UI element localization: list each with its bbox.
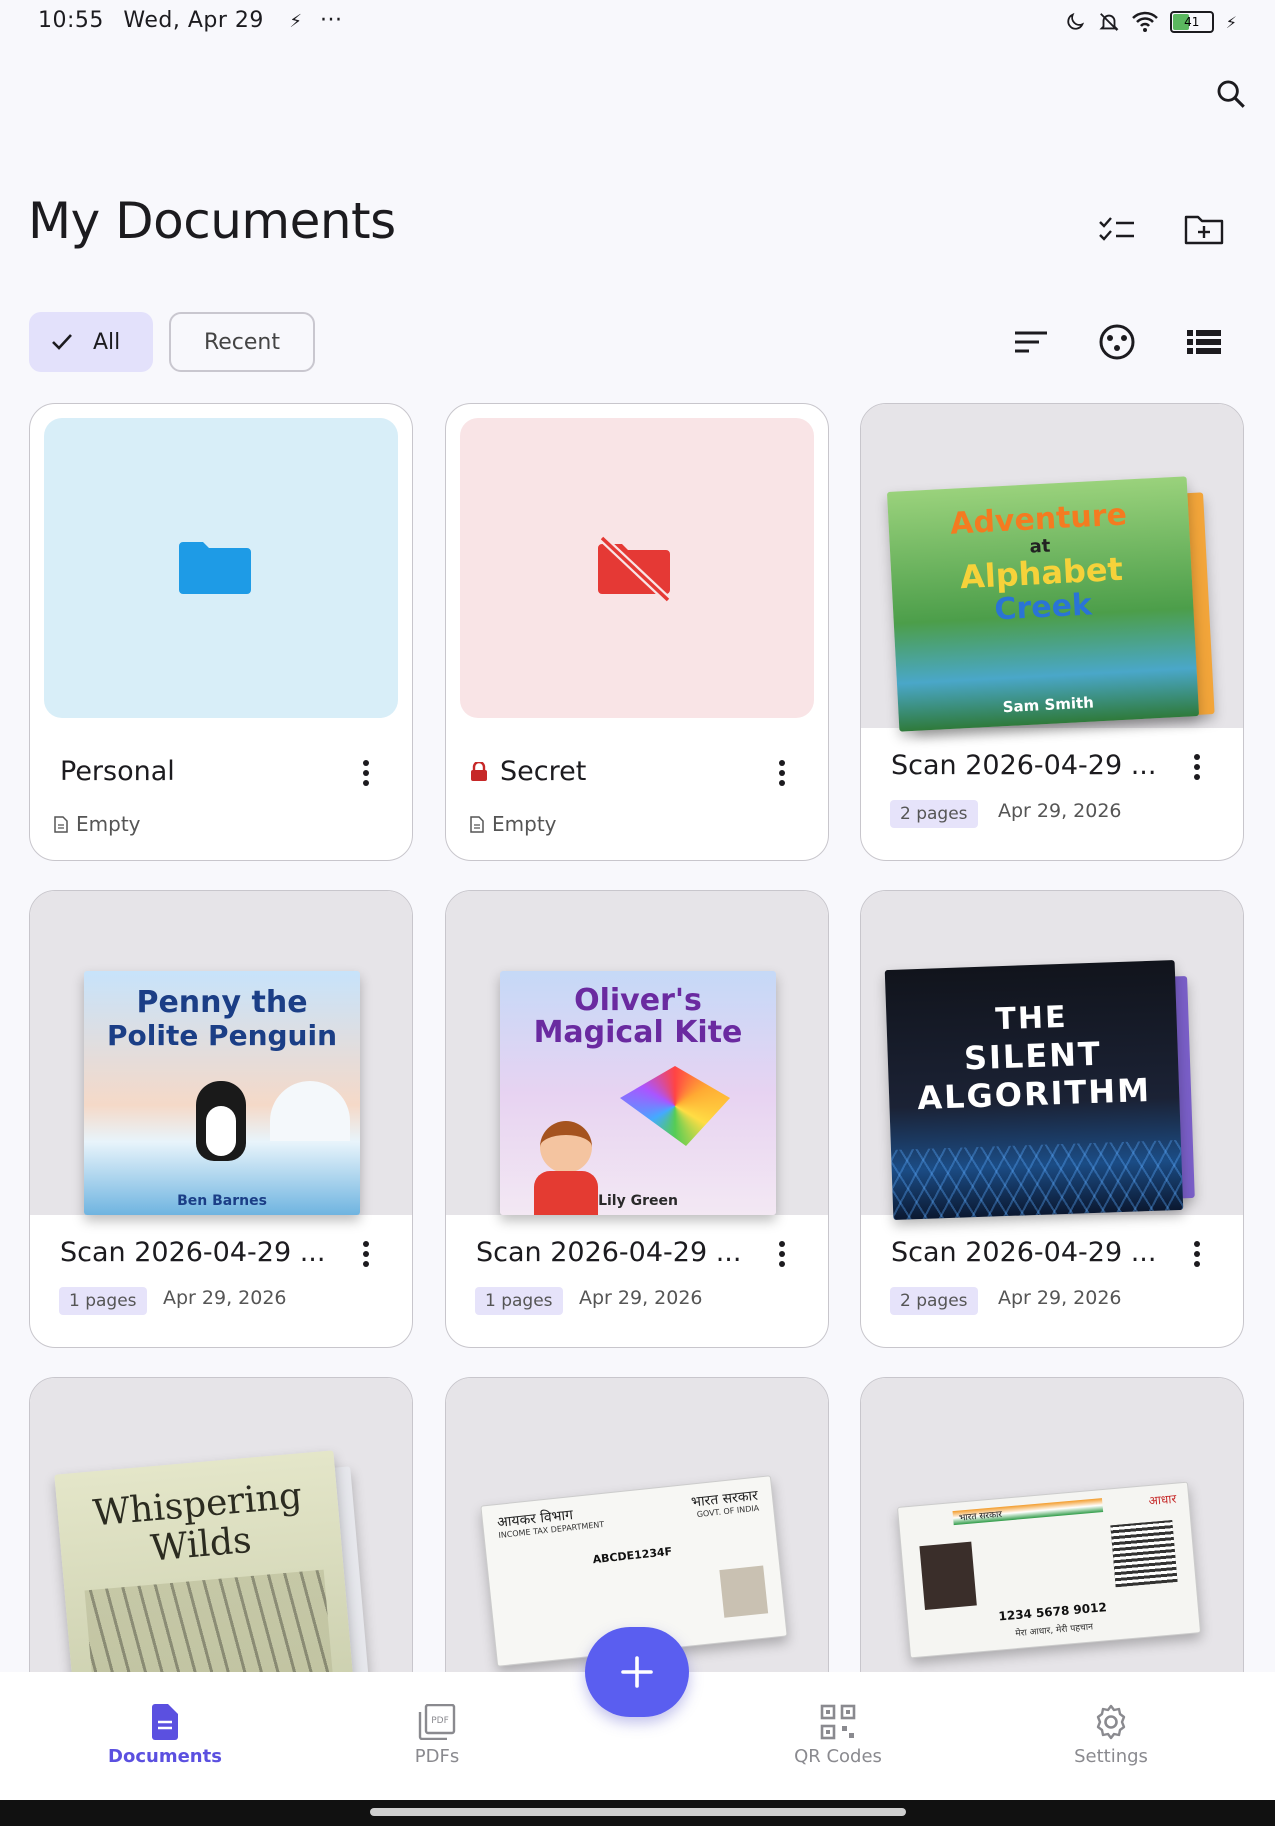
page-count-badge: 1 pages <box>475 1287 563 1315</box>
add-document-fab[interactable] <box>585 1627 689 1717</box>
document-filled-icon <box>152 1704 178 1740</box>
nav-label: Settings <box>1074 1746 1148 1767</box>
palette-icon <box>1099 324 1135 360</box>
nav-item-settings[interactable]: Settings <box>1031 1702 1191 1767</box>
status-bar-icons: 41 ⚡ <box>1064 8 1237 36</box>
filter-chip-recent-label: Recent <box>203 329 281 355</box>
home-indicator[interactable] <box>370 1808 906 1816</box>
folder-card-personal[interactable]: Personal Empty <box>29 403 413 861</box>
document-icon <box>54 815 68 833</box>
folder-off-icon <box>598 536 671 602</box>
cover-title: Penny the <box>136 985 308 1020</box>
qr-code-icon <box>820 1704 856 1740</box>
card-title: Scan 2026-04-29 ... <box>60 1237 326 1268</box>
page-title: My Documents <box>28 192 396 250</box>
book-cover-image: Oliver's Magical Kite Lily Green <box>500 971 776 1215</box>
more-notifications-icon: ··· <box>320 8 343 33</box>
document-card[interactable]: Oliver's Magical Kite Lily Green Scan 20… <box>445 890 829 1348</box>
select-mode-button[interactable] <box>1093 205 1141 253</box>
svg-text:PDF: PDF <box>431 1716 449 1726</box>
search-button[interactable] <box>1207 70 1255 118</box>
folder-thumbnail <box>44 418 398 718</box>
more-options-icon[interactable] <box>778 1241 786 1267</box>
status-time: 10:55 <box>38 8 104 33</box>
document-thumbnail: भारत सरकार आधार 1234 5678 9012 मेरा आधार… <box>861 1378 1243 1696</box>
create-folder-icon <box>1184 215 1224 245</box>
wifi-icon <box>1131 11 1158 32</box>
page-count-badge: 2 pages <box>890 800 978 828</box>
nav-item-documents[interactable]: Documents <box>85 1702 245 1767</box>
document-thumbnail: Oliver's Magical Kite Lily Green <box>446 891 828 1215</box>
document-card[interactable]: Penny the Polite Penguin Ben Barnes Scan… <box>29 890 413 1348</box>
page-count-badge: 1 pages <box>59 1287 147 1315</box>
charging-icon: ⚡ <box>1225 12 1237 32</box>
nav-item-qr-codes[interactable]: QR Codes <box>758 1702 918 1767</box>
more-options-icon[interactable] <box>1193 754 1201 780</box>
plus-icon <box>621 1656 653 1688</box>
book-cover-image: Whispering Wilds <box>54 1450 358 1696</box>
filter-chip-recent[interactable]: Recent <box>169 312 315 372</box>
folder-thumbnail <box>460 418 814 718</box>
list-view-icon <box>1187 330 1221 354</box>
document-card[interactable]: भारत सरकार आधार 1234 5678 9012 मेरा आधार… <box>860 1377 1244 1697</box>
document-icon <box>470 815 484 833</box>
battery-level: 41 <box>1184 15 1200 29</box>
folder-card-secret[interactable]: Secret Empty <box>445 403 829 861</box>
aadhaar-card-image: भारत सरकार आधार 1234 5678 9012 मेरा आधार… <box>896 1481 1202 1659</box>
document-thumbnail: Whispering Wilds <box>30 1378 412 1696</box>
nav-label: Documents <box>108 1746 222 1767</box>
nav-item-pdfs[interactable]: PDF PDFs <box>357 1702 517 1767</box>
check-icon <box>52 334 72 350</box>
more-options-icon[interactable] <box>362 760 370 786</box>
card-title: Scan 2026-04-29 ... <box>476 1237 742 1268</box>
status-date: Wed, Apr 29 <box>123 8 264 33</box>
document-card[interactable]: Whispering Wilds <box>29 1377 413 1697</box>
book-cover-image: Penny the Polite Penguin Ben Barnes <box>84 971 360 1215</box>
gear-icon <box>1096 1704 1126 1740</box>
card-date: Apr 29, 2026 <box>163 1287 287 1309</box>
view-mode-button[interactable] <box>1180 318 1228 366</box>
nav-label: PDFs <box>414 1746 460 1767</box>
nav-label: QR Codes <box>794 1746 882 1767</box>
card-meta-text: Empty <box>492 812 557 836</box>
lock-icon <box>471 762 487 781</box>
filter-chip-all[interactable]: All <box>29 312 153 372</box>
document-thumbnail: Adventure at Alphabet Creek Sam Smith <box>861 404 1243 732</box>
page-count-badge: 2 pages <box>890 1287 978 1315</box>
cover-title: Oliver's <box>574 983 702 1018</box>
folder-icon <box>179 542 251 594</box>
card-meta: Empty <box>470 812 557 836</box>
sort-button[interactable] <box>1007 318 1055 366</box>
card-title: Secret <box>500 756 587 787</box>
document-card[interactable]: THE SILENT ALGORITHM Scan 2026-04-29 ...… <box>860 890 1244 1348</box>
book-cover-image: Adventure at Alphabet Creek Sam Smith <box>886 476 1200 732</box>
checklist-icon <box>1099 217 1134 241</box>
document-thumbnail: Penny the Polite Penguin Ben Barnes <box>30 891 412 1215</box>
pdf-icon: PDF <box>418 1704 456 1740</box>
palette-button[interactable] <box>1093 318 1141 366</box>
bell-off-icon <box>1099 13 1119 31</box>
more-options-icon[interactable] <box>778 760 786 786</box>
card-date: Apr 29, 2026 <box>579 1287 703 1309</box>
card-title: Scan 2026-04-29 ... <box>891 1237 1157 1268</box>
more-options-icon[interactable] <box>1193 1241 1201 1267</box>
signal-bolt-icon: ⚡ <box>289 11 303 32</box>
battery-icon: 41 <box>1169 11 1214 33</box>
status-bar-time: 10:55 Wed, Apr 29 ⚡ ··· <box>38 8 343 33</box>
card-meta: Empty <box>54 812 141 836</box>
card-date: Apr 29, 2026 <box>998 1287 1122 1309</box>
more-options-icon[interactable] <box>362 1241 370 1267</box>
moon-icon <box>1067 12 1084 30</box>
card-date: Apr 29, 2026 <box>998 800 1122 822</box>
filter-chip-all-label: All <box>93 329 121 355</box>
book-cover-image: THE SILENT ALGORITHM <box>884 960 1184 1220</box>
document-thumbnail: THE SILENT ALGORITHM <box>861 891 1243 1220</box>
card-title: Personal <box>60 756 175 787</box>
document-card[interactable]: Adventure at Alphabet Creek Sam Smith Sc… <box>860 403 1244 861</box>
card-meta-text: Empty <box>76 812 141 836</box>
card-title: Scan 2026-04-29 ... <box>891 750 1157 781</box>
search-icon <box>1217 80 1245 108</box>
sort-icon <box>1015 331 1047 353</box>
new-folder-button[interactable] <box>1180 205 1228 253</box>
